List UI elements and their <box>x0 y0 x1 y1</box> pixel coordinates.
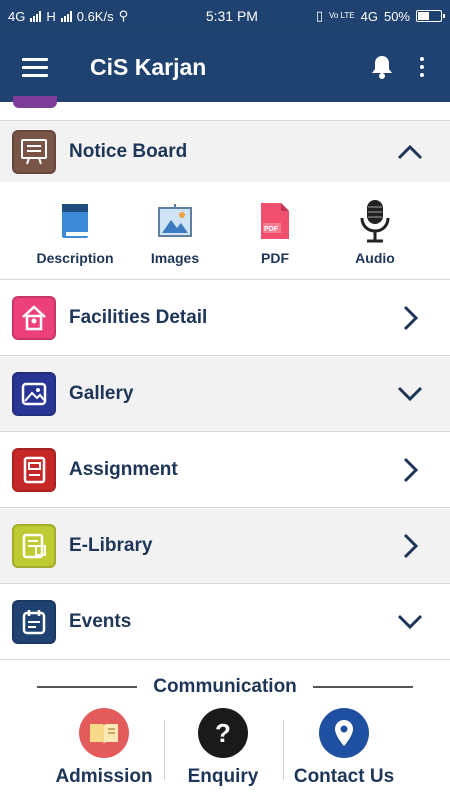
communication-title: Communication <box>153 676 297 697</box>
notice-board-subpanel: Description Images PDF PDF Audio <box>0 182 450 280</box>
sub-item-pdf[interactable]: PDF PDF <box>225 198 325 266</box>
chevron-down-icon[interactable] <box>390 374 430 414</box>
vibrate-icon: ▯ <box>315 8 323 23</box>
network-type-1: 4G <box>8 8 26 24</box>
chevron-right-icon[interactable] <box>390 298 430 338</box>
pdf-label: PDF <box>261 250 289 266</box>
image-icon <box>12 371 56 416</box>
status-bar: 4G H 0.6K/s ⚲ 5:31 PM ▯ Vo LTE 4G 50% <box>0 0 450 32</box>
chevron-right-icon[interactable] <box>390 526 430 566</box>
assignment-label: Assignment <box>69 458 178 480</box>
notice-board-label: Notice Board <box>69 140 188 162</box>
sub-item-images[interactable]: Images <box>125 198 225 266</box>
audio-label: Audio <box>355 250 395 266</box>
battery-icon <box>416 10 445 22</box>
sub-item-audio[interactable]: Audio <box>325 198 425 266</box>
volte-label: Vo LTE <box>328 11 355 20</box>
usb-icon: ⚲ <box>118 8 129 23</box>
app-bar: CiS Karjan <box>0 32 450 102</box>
gallery-label: Gallery <box>69 382 134 404</box>
events-label: Events <box>69 610 132 632</box>
notebook-icon <box>12 447 56 492</box>
question-icon: ? <box>198 708 248 758</box>
data-speed: 0.6K/s <box>76 8 114 24</box>
description-label: Description <box>36 250 114 266</box>
chevron-down-icon[interactable] <box>390 602 430 642</box>
pdf-icon: PDF <box>225 198 325 244</box>
menu-icon[interactable] <box>22 57 48 77</box>
svg-text:PDF: PDF <box>264 226 279 233</box>
book-icon <box>25 198 125 244</box>
clock: 5:31 PM <box>205 8 258 24</box>
contact-us-button[interactable]: Contact Us <box>279 708 409 788</box>
notice-board-icon <box>12 129 56 174</box>
menu-item-facilities-detail[interactable]: Facilities Detail <box>0 280 450 356</box>
enquiry-button[interactable]: ? Enquiry <box>158 708 288 788</box>
notification-bell-icon[interactable] <box>362 47 402 87</box>
admission-button[interactable]: Admission <box>39 708 169 788</box>
signal-icon-2 <box>60 10 72 22</box>
chevron-right-icon[interactable] <box>390 450 430 490</box>
calendar-icon <box>12 599 56 644</box>
microphone-icon <box>325 198 425 244</box>
menu-item-notice-board[interactable]: Notice Board <box>0 121 450 182</box>
book-open-icon <box>79 708 129 758</box>
e-library-label: E-Library <box>69 534 153 556</box>
enquiry-label: Enquiry <box>187 766 259 787</box>
location-pin-icon <box>319 708 369 758</box>
menu-item-events[interactable]: Events <box>0 584 450 660</box>
chevron-up-icon[interactable] <box>390 132 430 172</box>
facilities-detail-label: Facilities Detail <box>69 306 208 328</box>
menu-item-assignment[interactable]: Assignment <box>0 432 450 508</box>
birdhouse-icon <box>12 295 56 340</box>
partially-hidden-row[interactable] <box>0 96 450 121</box>
menu-item-gallery[interactable]: Gallery <box>0 356 450 432</box>
images-label: Images <box>150 250 200 266</box>
overflow-menu-icon[interactable] <box>412 47 432 87</box>
communication-section: Communication Admission ? Enquiry Contac… <box>0 660 450 800</box>
divider-right <box>312 686 413 688</box>
network-type-2: H <box>46 8 56 24</box>
sub-item-description[interactable]: Description <box>25 198 125 266</box>
network-type-3: 4G <box>360 8 378 24</box>
admission-label: Admission <box>55 766 153 787</box>
app-title: CiS Karjan <box>90 53 207 80</box>
svg-text:?: ? <box>215 718 231 748</box>
signal-icon <box>30 10 42 22</box>
menu-item-e-library[interactable]: E-Library <box>0 508 450 584</box>
picture-icon <box>125 198 225 244</box>
library-icon <box>12 523 56 568</box>
divider-left <box>37 686 138 688</box>
hidden-row-icon <box>13 96 57 108</box>
battery-percent: 50% <box>383 8 410 24</box>
contact-us-label: Contact Us <box>293 766 395 787</box>
